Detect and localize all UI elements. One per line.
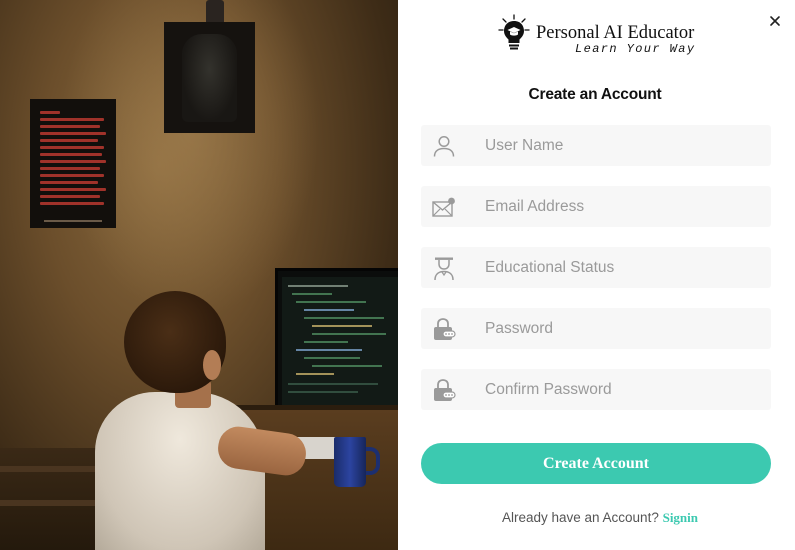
poster-line: [40, 167, 100, 170]
poster-line: [40, 125, 100, 128]
code-line: [296, 301, 366, 303]
lightbulb-graduate-icon: [498, 14, 530, 50]
monitor-screen: [282, 277, 398, 407]
close-button[interactable]: [765, 11, 785, 31]
code-line: [288, 383, 378, 385]
poster-footer: [44, 220, 102, 222]
poster-line: [40, 188, 106, 191]
poster-line: [40, 195, 100, 198]
computer-monitor: [275, 268, 398, 414]
brand-tagline: Learn Your Way: [575, 42, 696, 56]
confirm-password-field: [421, 369, 771, 410]
signin-prompt-text: Already have an Account?: [501, 510, 659, 525]
code-line: [312, 333, 386, 335]
poster-line: [40, 111, 60, 114]
poster-line: [40, 202, 104, 205]
wall-poster-red: [30, 99, 116, 228]
envelope-icon: [432, 197, 455, 217]
create-account-button[interactable]: Create Account: [421, 443, 771, 484]
lock-icon: [434, 318, 456, 340]
code-line: [288, 391, 358, 393]
username-field: [421, 125, 771, 166]
poster-line: [40, 139, 98, 142]
username-input[interactable]: [485, 125, 761, 166]
email-input[interactable]: [485, 186, 761, 227]
poster-art: [182, 34, 237, 122]
email-field: [421, 186, 771, 227]
poster-line: [40, 160, 106, 163]
hero-photo: [0, 0, 398, 550]
signin-prompt: Already have an Account? Signin: [420, 510, 780, 526]
poster-line: [40, 132, 106, 135]
mug: [334, 437, 366, 487]
code-line: [304, 309, 354, 311]
wall-poster-dark: [164, 22, 255, 133]
user-icon: [433, 135, 455, 157]
code-line: [312, 325, 372, 327]
brand-logo: Personal AI Educator Learn Your Way: [498, 14, 708, 60]
code-line: [296, 349, 362, 351]
poster-line: [40, 174, 104, 177]
brand-name: Personal AI Educator: [536, 23, 695, 43]
code-line: [296, 373, 334, 375]
mug-handle: [364, 447, 380, 475]
form-title: Create an Account: [528, 86, 662, 103]
graduate-icon: [434, 257, 454, 281]
signin-link[interactable]: Signin: [663, 510, 698, 525]
close-icon: [770, 16, 780, 26]
code-line: [292, 293, 332, 295]
educational-status-field: [421, 247, 771, 288]
code-line: [312, 365, 382, 367]
poster-line: [40, 118, 104, 121]
poster-line: [40, 146, 104, 149]
boy-shirt: [95, 392, 265, 550]
boy-ear: [203, 350, 221, 380]
confirm-password-input[interactable]: [485, 369, 761, 410]
code-line: [288, 285, 348, 287]
lock-icon: [434, 379, 456, 401]
password-field: [421, 308, 771, 349]
code-line: [304, 357, 360, 359]
code-line: [304, 317, 384, 319]
poster-line: [40, 181, 98, 184]
code-line: [304, 341, 348, 343]
educational-status-input[interactable]: [485, 247, 761, 288]
password-input[interactable]: [485, 308, 761, 349]
poster-line: [40, 153, 102, 156]
